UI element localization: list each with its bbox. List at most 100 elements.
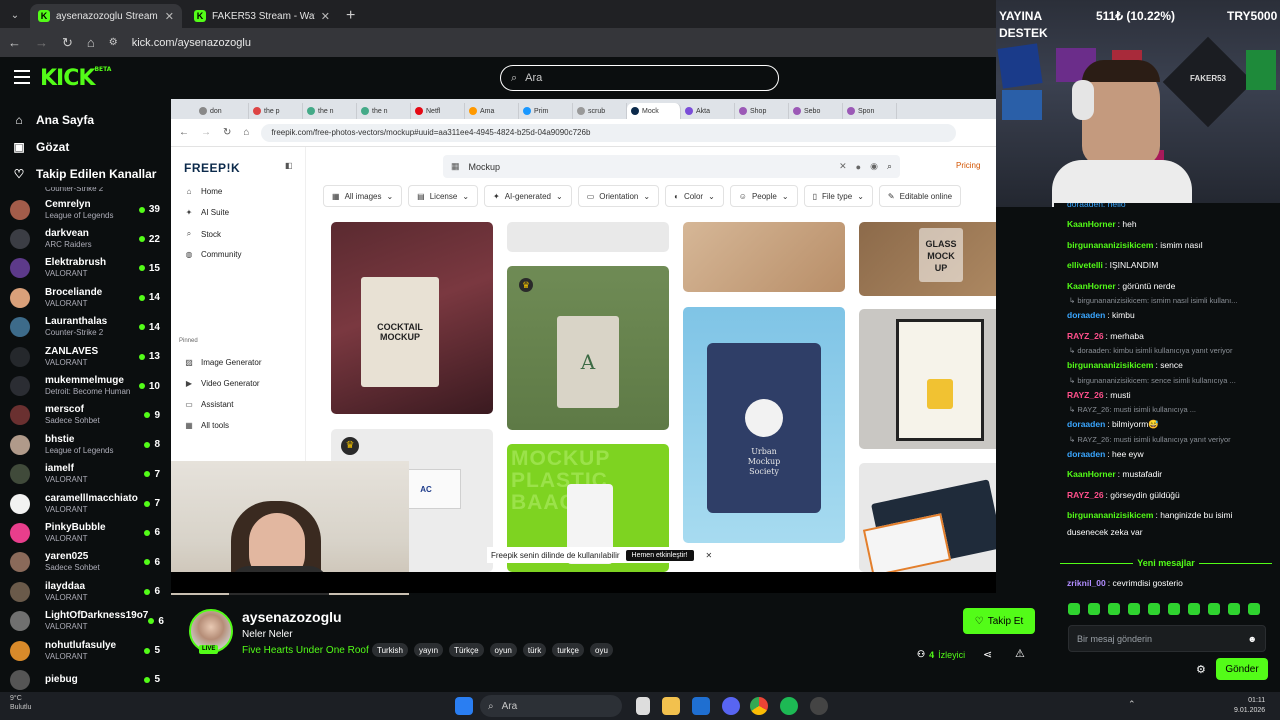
weather-widget[interactable]: 9°C Bulutlu	[10, 694, 31, 712]
emote-icon[interactable]	[1168, 603, 1180, 615]
chat-username[interactable]: KaanHorner	[1067, 469, 1116, 479]
followed-channel-item[interactable]: piebug 5	[0, 665, 170, 692]
chat-username[interactable]: ellivetelli	[1067, 260, 1103, 270]
chrome-icon[interactable]	[750, 697, 768, 715]
network-icon[interactable]: ⌃	[1128, 699, 1136, 710]
stream-category-link[interactable]: Five Hearts Under One Roof	[242, 645, 369, 656]
emote-icon[interactable]	[1228, 603, 1240, 615]
chat-input[interactable]: Bir mesaj gönderin ☻	[1068, 625, 1266, 652]
emote-icon[interactable]	[1088, 603, 1100, 615]
followed-channel-item[interactable]: LightOfDarkness19o7 VALORANT 6	[0, 606, 170, 635]
kick-logo[interactable]: KICKBETA	[40, 66, 111, 91]
chat-text: IŞINLANDIM	[1109, 260, 1159, 270]
menu-icon[interactable]	[14, 70, 30, 84]
new-messages-divider[interactable]: Yeni mesajlar	[1060, 556, 1273, 570]
url-field[interactable]: kick.com/aysenazozoglu	[132, 37, 251, 49]
followed-channel-item[interactable]: merscof Sadece Sohbet 9	[0, 401, 170, 430]
send-button[interactable]: Gönder	[1216, 658, 1268, 680]
store-icon[interactable]	[692, 697, 710, 715]
reload-icon[interactable]: ↻	[62, 35, 73, 51]
followed-channel-item[interactable]: ZANLAVES VALORANT 13	[0, 342, 170, 371]
stream-tag[interactable]: Türkçe	[449, 643, 484, 657]
emoji-icon[interactable]: ☻	[1248, 634, 1257, 644]
channel-game: Sadece Sohbet	[45, 563, 100, 573]
followed-channel-item[interactable]: Lauranthalas Counter-Strike 2 14	[0, 313, 170, 342]
emote-icon[interactable]	[1188, 603, 1200, 615]
chat-username[interactable]: birgunananizisikicem	[1067, 240, 1153, 250]
followed-channel-item[interactable]: Cemrelyn League of Legends 39	[0, 195, 170, 224]
taskbar-search[interactable]: ⌕ Ara	[480, 695, 622, 717]
spotify-icon[interactable]	[780, 697, 798, 715]
chat-reply-context: ↳ RAYZ_26: musti isimli kullanıcıya yanı…	[1054, 435, 1280, 444]
embedded-tab: the n	[303, 103, 357, 119]
chat-username[interactable]: RAYZ_26	[1067, 490, 1104, 500]
followed-channel-item[interactable]: nohutlufasulye VALORANT 5	[0, 636, 170, 665]
chat-username[interactable]: KaanHorner	[1067, 281, 1116, 291]
forward-icon[interactable]: →	[35, 35, 48, 50]
avatar	[10, 199, 30, 220]
file-explorer-icon[interactable]	[662, 697, 680, 715]
live-dot-icon	[138, 324, 145, 331]
followed-channel-item[interactable]: mukemmelmuge Detroit: Become Human 10	[0, 371, 170, 400]
followed-channel-item[interactable]: ilayddaa VALORANT 6	[0, 577, 170, 606]
stream-tag[interactable]: türk	[522, 643, 547, 657]
chat-username[interactable]: birgunananizisikicem	[1067, 360, 1153, 370]
follow-button[interactable]: ♡ Takip Et	[963, 608, 1035, 634]
sidebar-item-home[interactable]: ⌂ Ana Sayfa	[0, 106, 170, 133]
glass-sign: GLASS MOCK UP	[919, 228, 963, 282]
search-input[interactable]: ⌕ Ara	[500, 65, 779, 91]
channel-name[interactable]: aysenazozoglu	[242, 609, 342, 625]
chat-username[interactable]: doraaden	[1067, 449, 1105, 459]
followed-channel-item[interactable]: PinkyBubble VALORANT 6	[0, 518, 170, 547]
close-icon[interactable]: ✕	[165, 10, 174, 23]
back-icon[interactable]: ←	[8, 35, 21, 50]
new-tab-button[interactable]: +	[338, 7, 363, 28]
stream-tag[interactable]: Turkish	[372, 643, 408, 657]
chat-username[interactable]: KaanHorner	[1067, 219, 1116, 229]
windows-start-icon[interactable]	[455, 697, 473, 715]
browser-tab-faker53[interactable]: K FAKER53 Stream - Watch Live o ✕	[186, 4, 338, 28]
freepik-nav-image-generator: ▨ Image Generator	[185, 358, 261, 367]
app-icon[interactable]	[810, 697, 828, 715]
stream-tag[interactable]: oyun	[489, 643, 517, 657]
sidebar-item-following[interactable]: ♡ Takip Edilen Kanallar	[0, 160, 170, 187]
image-icon: ▨	[185, 358, 193, 367]
chat-username[interactable]: birgunananizisikicem	[1067, 510, 1153, 520]
chat-username[interactable]: zriknil_00	[1067, 578, 1106, 588]
task-view-icon[interactable]	[636, 697, 650, 715]
followed-channel-item[interactable]: darkvean ARC Raiders 22	[0, 224, 170, 253]
followed-channel-item[interactable]: caramelllmacchiato VALORANT 7	[0, 489, 170, 518]
home-icon[interactable]: ⌂	[87, 35, 95, 50]
system-clock[interactable]: 01:11 9.01.2026	[1234, 696, 1265, 716]
followed-channel-item[interactable]: yaren025 Sadece Sohbet 6	[0, 548, 170, 577]
report-icon[interactable]: ⚠	[1015, 647, 1025, 660]
followed-channel-item[interactable]: bhstie League of Legends 8	[0, 430, 170, 459]
browser-tab-kick-aysenazozoglu[interactable]: K aysenazozoglu Stream - Wa ✕	[30, 4, 182, 28]
stream-tag[interactable]: oyu	[590, 643, 613, 657]
emote-icon[interactable]	[1068, 603, 1080, 615]
close-icon[interactable]: ✕	[321, 10, 330, 23]
discord-icon[interactable]	[722, 697, 740, 715]
chat-username[interactable]: doraaden	[1067, 419, 1105, 429]
chat-username[interactable]: doraaden	[1067, 310, 1105, 320]
chat-username[interactable]: RAYZ_26	[1067, 331, 1104, 341]
stream-tag[interactable]: yayın	[413, 643, 444, 657]
sidebar-item-browse[interactable]: ▣ Gözat	[0, 133, 170, 160]
chat-username[interactable]: RAYZ_26	[1067, 390, 1104, 400]
freepik-search-value: Mockup	[468, 161, 501, 172]
emote-icon[interactable]	[1148, 603, 1160, 615]
emote-icon[interactable]	[1108, 603, 1120, 615]
share-icon[interactable]: ⋖	[983, 648, 992, 661]
emote-icon[interactable]	[1208, 603, 1220, 615]
site-info-icon[interactable]: ⚙	[109, 37, 118, 48]
emote-icon[interactable]	[1128, 603, 1140, 615]
followed-channel-item[interactable]: iamelf VALORANT 7	[0, 460, 170, 489]
followed-channel-item[interactable]: Elektrabrush VALORANT 15	[0, 254, 170, 283]
heart-icon: ♡	[13, 166, 25, 181]
emote-icon[interactable]	[1248, 603, 1260, 615]
chat-settings-icon[interactable]: ⚙	[1196, 663, 1206, 676]
followed-channel-item[interactable]: Broceliande VALORANT 14	[0, 283, 170, 312]
tab-search-button[interactable]: ⌄	[4, 4, 26, 26]
stream-tag[interactable]: turkçe	[552, 643, 585, 657]
live-dot-icon	[144, 412, 151, 419]
